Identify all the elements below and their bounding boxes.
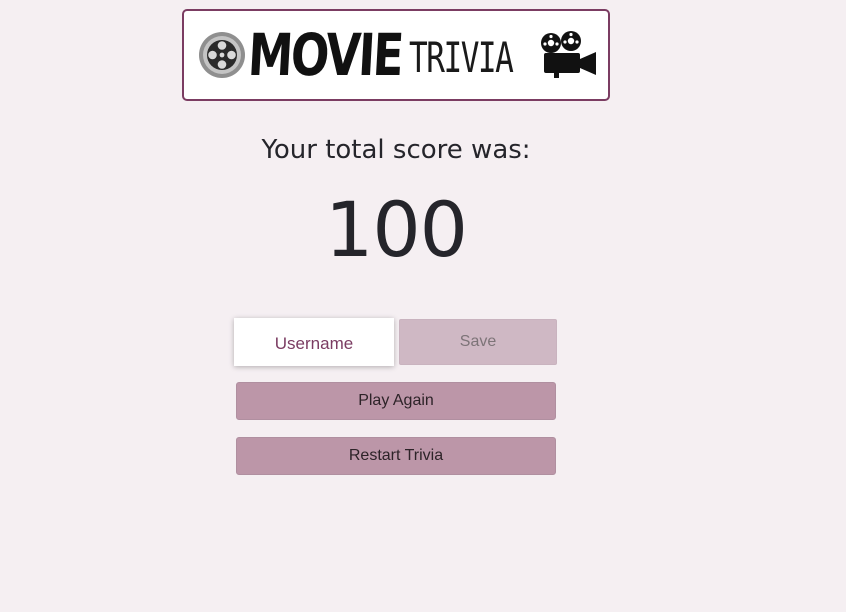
logo-movie-text: MOVIE <box>246 21 404 89</box>
movie-trivia-logo: MOVIE TRIVIA <box>182 9 610 101</box>
score-heading: Your total score was: <box>261 135 531 165</box>
play-again-button[interactable]: Play Again <box>236 382 556 420</box>
logo-trivia-text: TRIVIA <box>409 33 514 82</box>
save-button[interactable]: Save <box>399 319 557 365</box>
username-input[interactable] <box>234 318 394 366</box>
movie-camera-icon <box>541 31 596 78</box>
final-score: 100 <box>324 185 468 274</box>
film-reel-icon <box>199 32 245 78</box>
restart-trivia-button[interactable]: Restart Trivia <box>236 437 556 475</box>
